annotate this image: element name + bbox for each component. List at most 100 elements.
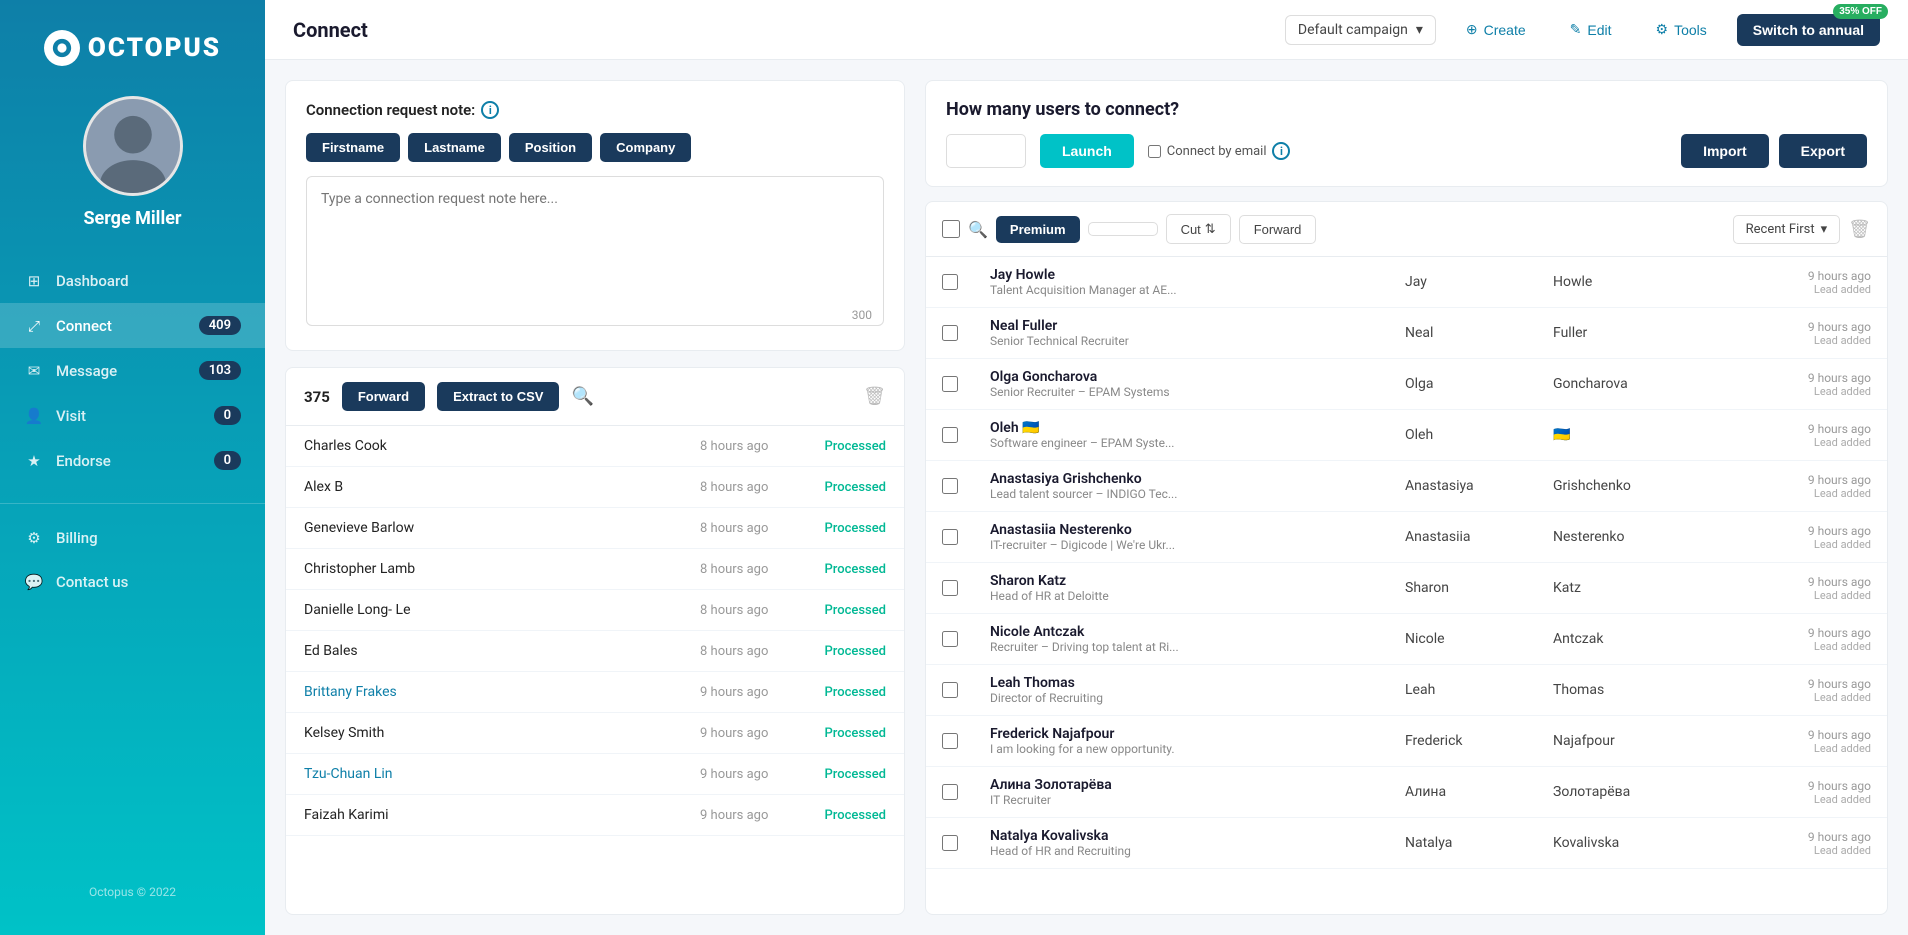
user-time-info: 9 hours ago Lead added: [1721, 779, 1871, 806]
table-row[interactable]: Anastasiya Grishchenko Lead talent sourc…: [926, 461, 1887, 512]
lastname-tag-button[interactable]: Lastname: [408, 133, 501, 162]
user-checkbox[interactable]: [942, 529, 958, 545]
user-info: Frederick Najafpour I am looking for a n…: [990, 726, 1397, 756]
user-full-name: Leah Thomas: [990, 675, 1397, 691]
note-textarea-wrapper: 300: [306, 176, 884, 330]
list-item[interactable]: Brittany Frakes 9 hours ago Processed: [286, 672, 904, 713]
list-item[interactable]: Tzu-Chuan Lin 9 hours ago Processed: [286, 754, 904, 795]
tag-buttons: Firstname Lastname Position Company: [306, 133, 884, 162]
table-row[interactable]: Sharon Katz Head of HR at Deloitte Sharo…: [926, 563, 1887, 614]
campaign-dropdown[interactable]: Default campaign ▾: [1285, 15, 1436, 45]
table-search-icon[interactable]: 🔍: [968, 220, 988, 239]
sidebar-item-dashboard[interactable]: ⊞ Dashboard: [0, 259, 265, 303]
user-full-name: Anastasiya Grishchenko: [990, 471, 1397, 487]
user-time-ago: 9 hours ago: [1808, 320, 1871, 334]
sidebar-item-contact[interactable]: 💬 Contact us: [0, 560, 265, 604]
list-item-status: Processed: [806, 767, 886, 782]
user-checkbox[interactable]: [942, 325, 958, 341]
table-row[interactable]: Leah Thomas Director of Recruiting Leah …: [926, 665, 1887, 716]
sidebar-item-endorse[interactable]: ★ Endorse 0: [0, 438, 265, 483]
position-tag-button[interactable]: Position: [509, 133, 592, 162]
user-checkbox[interactable]: [942, 478, 958, 494]
list-item[interactable]: Alex B 8 hours ago Processed: [286, 467, 904, 508]
table-row[interactable]: Anastasiia Nesterenko IT-recruiter – Dig…: [926, 512, 1887, 563]
user-count-input[interactable]: [946, 134, 1026, 168]
list-item[interactable]: Kelsey Smith 9 hours ago Processed: [286, 713, 904, 754]
list-items: Charles Cook 8 hours ago Processed Alex …: [286, 426, 904, 914]
sort-select[interactable]: Recent First ▾: [1733, 215, 1841, 244]
company-tag-button[interactable]: Company: [600, 133, 691, 162]
table-trash-icon[interactable]: 🗑: [1848, 219, 1871, 240]
note-textarea[interactable]: [306, 176, 884, 326]
table-row[interactable]: Алина Золотарёва IT Recruiter Алина Золо…: [926, 767, 1887, 818]
firstname-tag-button[interactable]: Firstname: [306, 133, 400, 162]
connect-header-title: How many users to connect?: [946, 99, 1867, 120]
table-row[interactable]: Jay Howle Talent Acquisition Manager at …: [926, 257, 1887, 308]
user-checkbox[interactable]: [942, 427, 958, 443]
export-button[interactable]: Export: [1779, 134, 1867, 168]
search-icon[interactable]: 🔍: [571, 386, 593, 407]
select-all-checkbox[interactable]: [942, 220, 960, 238]
list-item-status: Processed: [806, 808, 886, 823]
user-title: IT-recruiter – Digicode | We're Ukr...: [990, 538, 1190, 552]
table-row[interactable]: Frederick Najafpour I am looking for a n…: [926, 716, 1887, 767]
main-content: Connect Default campaign ▾ ⊕ Create ✎ Ed…: [265, 0, 1908, 935]
table-row[interactable]: Oleh 🇺🇦 Software engineer – EPAM Syste..…: [926, 410, 1887, 461]
user-checkbox[interactable]: [942, 784, 958, 800]
list-item-time: 9 hours ago: [700, 808, 790, 823]
premium-filter-button[interactable]: Premium: [996, 216, 1080, 243]
forward-filter-button[interactable]: Forward: [1239, 215, 1317, 244]
sidebar-item-billing[interactable]: ⚙ Billing: [0, 516, 265, 560]
list-item[interactable]: Charles Cook 8 hours ago Processed: [286, 426, 904, 467]
list-item[interactable]: Danielle Long- Le 8 hours ago Processed: [286, 590, 904, 631]
user-last-name: Thomas: [1553, 682, 1713, 698]
user-checkbox[interactable]: [942, 376, 958, 392]
connect-email-label[interactable]: Connect by email i: [1148, 142, 1291, 160]
user-title: Lead talent sourcer – INDIGO Tec...: [990, 487, 1190, 501]
table-row[interactable]: Nicole Antczak Recruiter – Driving top t…: [926, 614, 1887, 665]
user-name: Serge Miller: [83, 208, 181, 229]
connect-email-checkbox[interactable]: [1148, 145, 1161, 158]
launch-button[interactable]: Launch: [1040, 134, 1134, 168]
user-title: Talent Acquisition Manager at AE...: [990, 283, 1190, 297]
sidebar-item-visit[interactable]: 👤 Visit 0: [0, 393, 265, 438]
user-first-name: Nicole: [1405, 631, 1545, 647]
list-item[interactable]: Ed Bales 8 hours ago Processed: [286, 631, 904, 672]
table-row[interactable]: Natalya Kovalivska Head of HR and Recrui…: [926, 818, 1887, 869]
edit-button[interactable]: ✎ Edit: [1556, 14, 1626, 45]
filter-inactive-button[interactable]: [1088, 222, 1158, 236]
avatar: [83, 96, 183, 196]
message-icon: ✉: [24, 362, 44, 380]
table-row[interactable]: Neal Fuller Senior Technical Recruiter N…: [926, 308, 1887, 359]
cut-button[interactable]: Cut ⇅: [1166, 214, 1231, 244]
table-row[interactable]: Olga Goncharova Senior Recruiter – EPAM …: [926, 359, 1887, 410]
info-icon[interactable]: i: [481, 101, 499, 119]
import-button[interactable]: Import: [1681, 134, 1769, 168]
user-first-name: Jay: [1405, 274, 1545, 290]
user-time-ago: 9 hours ago: [1808, 422, 1871, 436]
connect-email-info-icon[interactable]: i: [1272, 142, 1290, 160]
sidebar-item-connect[interactable]: ⤢ Connect 409: [0, 303, 265, 348]
user-checkbox[interactable]: [942, 682, 958, 698]
create-button[interactable]: ⊕ Create: [1452, 14, 1540, 45]
char-count: 300: [852, 308, 872, 322]
list-item[interactable]: Faizah Karimi 9 hours ago Processed: [286, 795, 904, 836]
user-checkbox[interactable]: [942, 580, 958, 596]
user-checkbox[interactable]: [942, 733, 958, 749]
list-item[interactable]: Genevieve Barlow 8 hours ago Processed: [286, 508, 904, 549]
sidebar-item-message[interactable]: ✉ Message 103: [0, 348, 265, 393]
forward-button[interactable]: Forward: [342, 382, 425, 411]
delete-icon[interactable]: 🗑: [863, 386, 886, 407]
list-item[interactable]: Christopher Lamb 8 hours ago Processed: [286, 549, 904, 590]
switch-annual-button[interactable]: 35% OFF Switch to annual: [1737, 14, 1880, 46]
user-full-name: Neal Fuller: [990, 318, 1397, 334]
user-checkbox[interactable]: [942, 274, 958, 290]
user-checkbox[interactable]: [942, 631, 958, 647]
list-item-status: Processed: [806, 726, 886, 741]
extract-csv-button[interactable]: Extract to CSV: [437, 382, 559, 411]
tools-button[interactable]: ⚙ Tools: [1642, 14, 1721, 45]
user-time-ago: 9 hours ago: [1808, 575, 1871, 589]
list-item-name: Danielle Long- Le: [304, 602, 684, 618]
user-checkbox[interactable]: [942, 835, 958, 851]
user-time-info: 9 hours ago Lead added: [1721, 830, 1871, 857]
